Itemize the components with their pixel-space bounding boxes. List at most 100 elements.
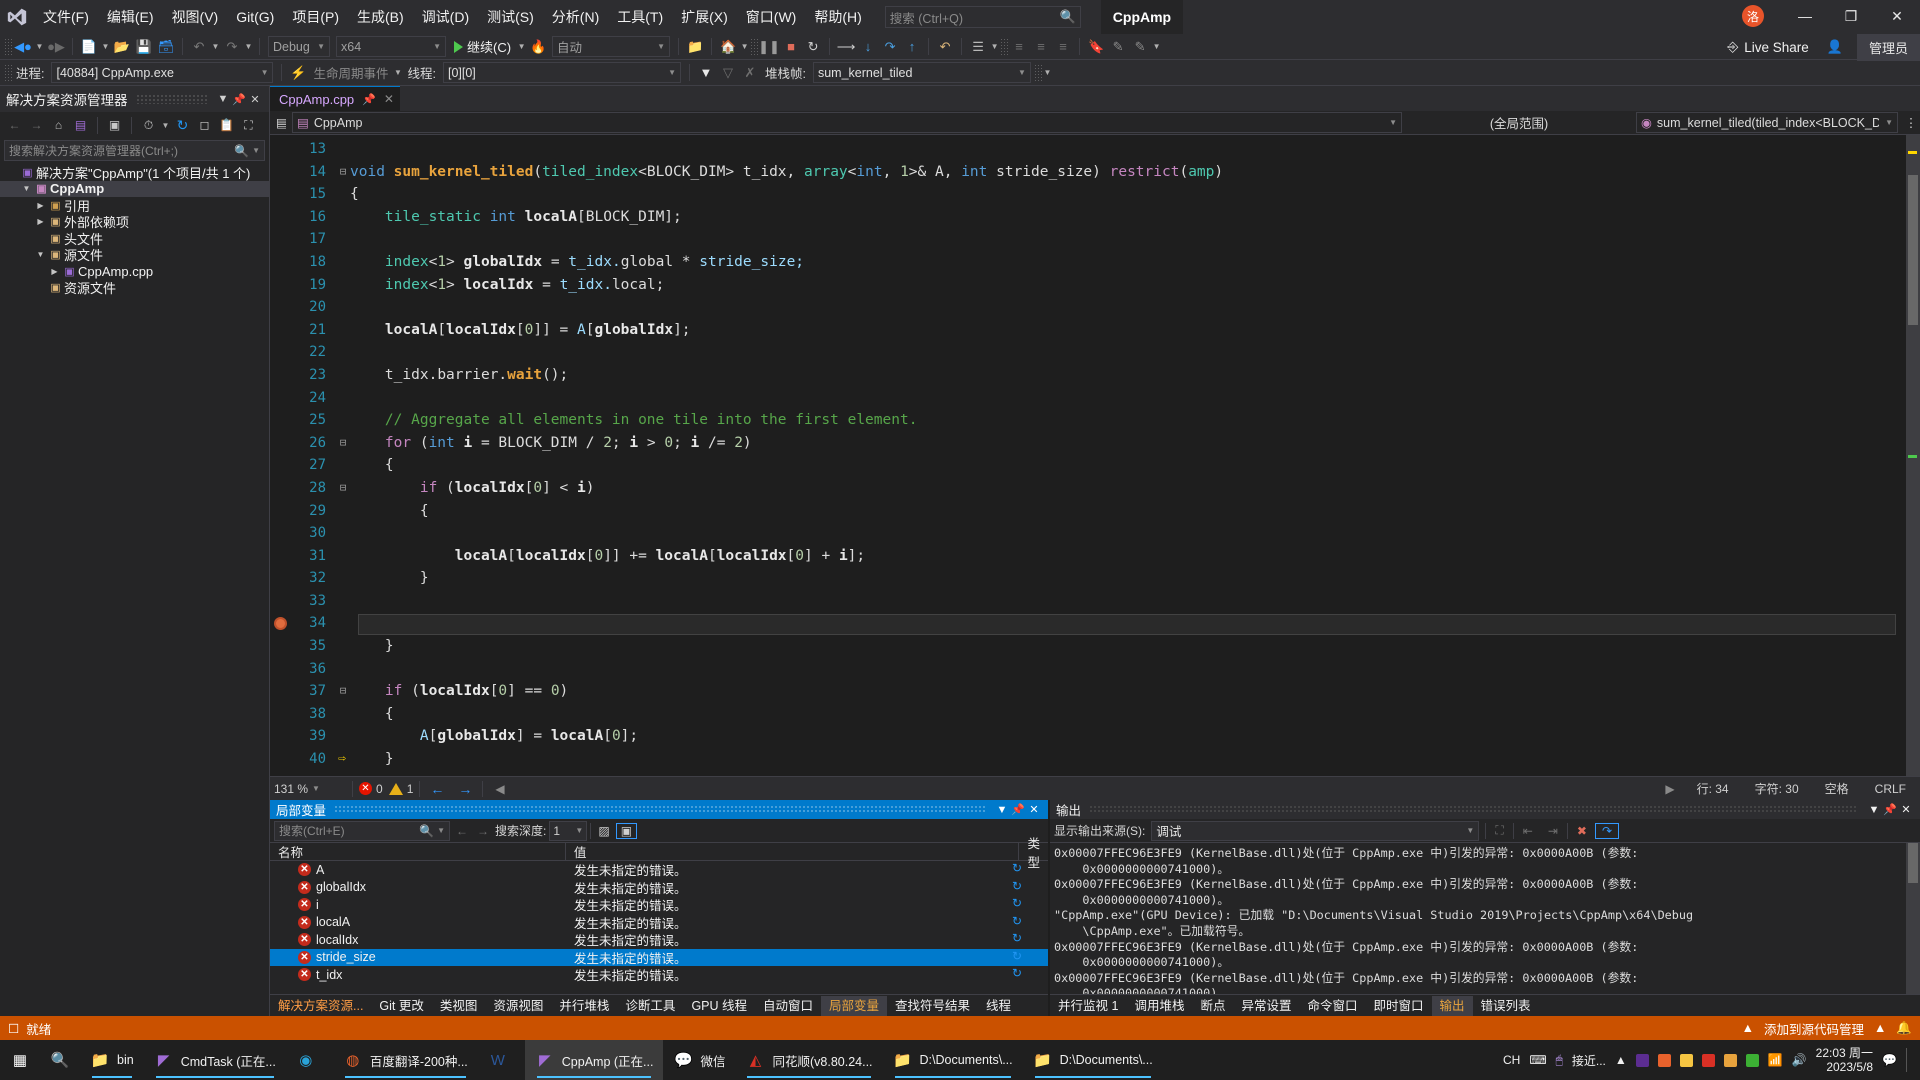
menu-test[interactable]: 测试(S) <box>478 3 543 31</box>
step-into-icon[interactable]: ↓ <box>857 36 879 58</box>
dock-tab[interactable]: 并行堆栈 <box>551 996 617 1016</box>
code-line[interactable]: 13 <box>292 138 1906 161</box>
pending-changes-dropdown-icon[interactable]: ▼ <box>160 114 171 136</box>
start-button[interactable]: ▦ <box>0 1040 40 1080</box>
dock-tab[interactable]: 异常设置 <box>1233 996 1299 1016</box>
fold-toggle-icon[interactable]: ⊟ <box>336 432 350 455</box>
undo-icon[interactable]: ↶ <box>188 36 210 58</box>
code-line[interactable]: 26 ⊟ for (int i = BLOCK_DIM / 2; i > 0; i… <box>292 432 1906 455</box>
menu-help[interactable]: 帮助(H) <box>805 3 870 31</box>
show-all-files-icon[interactable]: ▣ <box>104 115 125 136</box>
editor-vertical-scrollbar[interactable] <box>1906 135 1920 776</box>
debug-toolbar-overflow-icon[interactable]: ▼ <box>1042 62 1053 84</box>
next-issue-icon[interactable]: → <box>454 781 476 797</box>
forward-icon[interactable]: → <box>26 115 47 136</box>
locals-row-value-cell[interactable]: 发生未指定的错误。 ↻ <box>570 965 1030 984</box>
code-line[interactable]: 33 <box>292 590 1906 613</box>
tray-connect-label[interactable]: 接近... <box>1572 1052 1606 1069</box>
tray-app-icon-2[interactable] <box>1657 1053 1671 1067</box>
warning-count[interactable]: 1 <box>388 782 413 796</box>
code-line[interactable]: 32 } <box>292 567 1906 590</box>
show-diagnostic-icon[interactable]: 🏠 <box>717 36 739 58</box>
show-threads-icon[interactable]: ✗ <box>739 62 761 84</box>
locals-search-input[interactable]: 搜索(Ctrl+E) 🔍 ▼ <box>274 820 450 841</box>
tray-app-icon-6[interactable] <box>1745 1053 1759 1067</box>
member-scope-select[interactable]: ◉ sum_kernel_tiled(tiled_index<BLOCK_DIM… <box>1636 112 1898 133</box>
continue-button[interactable]: 继续(C) <box>449 36 516 58</box>
locals-row-value-cell[interactable]: 发生未指定的错误。 ↻ <box>570 895 1030 914</box>
toolbar-grip-2[interactable] <box>750 37 759 56</box>
uncomment-icon[interactable]: ✎ <box>1129 36 1151 58</box>
tray-chevron-up-icon[interactable]: ▲ <box>1615 1053 1627 1067</box>
code-line[interactable]: 24 <box>292 387 1906 410</box>
locals-row[interactable]: ✕ A 发生未指定的错误。 ↻ <box>270 861 1048 879</box>
threads-icon[interactable]: ☰ <box>967 36 989 58</box>
dock-tab[interactable]: GPU 线程 <box>683 996 755 1016</box>
refresh-icon[interactable]: ↻ <box>1012 949 1022 963</box>
dock-tab[interactable]: 即时窗口 <box>1366 996 1432 1016</box>
solution-tree-item[interactable]: ▶ ▣ 引用 <box>0 197 269 214</box>
user-avatar[interactable]: 洛 <box>1742 5 1764 27</box>
tray-app-icon-5[interactable] <box>1723 1053 1737 1067</box>
code-line[interactable]: 23 t_idx.barrier.wait(); <box>292 364 1906 387</box>
bookmark-icon[interactable]: 🔖 <box>1085 36 1107 58</box>
redo-icon[interactable]: ↷ <box>221 36 243 58</box>
locals-row[interactable]: ✕ stride_size 发生未指定的错误。 ↻ <box>270 948 1048 966</box>
fold-toggle-icon[interactable]: ⊟ <box>336 161 350 184</box>
code-line[interactable]: 36 <box>292 658 1906 681</box>
solution-tree-item[interactable]: ▼ ▣ 源文件 <box>0 247 269 263</box>
search-prev-icon[interactable]: ← <box>453 824 471 838</box>
show-desktop-button[interactable] <box>1906 1048 1912 1072</box>
taskbar-item[interactable]: 📁 D:\Documents\... <box>883 1040 1023 1080</box>
search-depth-select[interactable]: 1 ▼ <box>549 820 588 841</box>
code-line[interactable]: 18 index<1> globalIdx = t_idx.global * s… <box>292 251 1906 274</box>
taskbar-item[interactable]: ◉ <box>286 1040 333 1080</box>
pending-changes-icon[interactable]: ⏱ <box>138 115 159 136</box>
navigate-forward-icon[interactable]: ●▶ <box>45 36 67 58</box>
bottom-tabs-right[interactable]: 并行监视 1 调用堆栈 断点 异常设置 命令窗口 即时窗口 输出 错误列表 <box>1050 994 1920 1016</box>
locals-row-value-cell[interactable]: 发生未指定的错误。 ↻ <box>570 913 1030 932</box>
new-item-icon[interactable]: 📄 <box>78 36 100 58</box>
refresh-icon[interactable]: ↻ <box>1012 879 1022 893</box>
bottom-tabs-left[interactable]: 解决方案资源... Git 更改 类视图 资源视图 并行堆栈 诊断工具 GPU 线程 自动窗口… <box>270 994 1048 1016</box>
menu-project[interactable]: 项目(P) <box>283 3 348 31</box>
tab-cppamp-cpp[interactable]: CppAmp.cpp 📌 ✕ <box>270 86 400 111</box>
solution-root-icon[interactable]: ▤ <box>70 115 91 136</box>
locals-row[interactable]: ✕ i 发生未指定的错误。 ↻ <box>270 896 1048 914</box>
notification-icon[interactable]: 💬 <box>1882 1053 1897 1067</box>
dock-tab[interactable]: 自动窗口 <box>755 996 821 1016</box>
taskbar-item[interactable]: 💬 微信 <box>663 1040 735 1080</box>
taskbar-item[interactable]: W <box>478 1040 525 1080</box>
menu-window[interactable]: 窗口(W) <box>737 3 806 31</box>
code-line[interactable]: 22 <box>292 341 1906 364</box>
undo-dropdown-icon[interactable]: ▼ <box>210 36 221 58</box>
attach-to-process-icon[interactable]: 📁 <box>684 36 706 58</box>
chevron-right-icon[interactable]: ▶ <box>34 201 47 210</box>
refresh-icon[interactable]: ↻ <box>1012 966 1022 980</box>
error-count[interactable]: ✕ 0 <box>359 782 383 796</box>
code-line[interactable]: 14 ⊟ void sum_kernel_tiled(tiled_index<BLO… <box>292 161 1906 184</box>
flag-clear-icon[interactable]: ▽ <box>717 62 739 84</box>
lifecycle-events-icon[interactable]: ⚡ <box>287 62 309 84</box>
diagnostic-dropdown-icon[interactable]: ▼ <box>739 36 750 58</box>
panel-close-icon[interactable]: ✕ <box>247 93 263 106</box>
code-editor[interactable]: 13 14 ⊟ void sum_kernel_tiled(tiled_index<B… <box>270 135 1920 776</box>
lifecycle-dropdown-icon[interactable]: ▼ <box>393 62 404 84</box>
locals-row[interactable]: ✕ localIdx 发生未指定的错误。 ↻ <box>270 931 1048 949</box>
locals-row[interactable]: ✕ localA 发生未指定的错误。 ↻ <box>270 914 1048 932</box>
refresh-icon[interactable]: ↻ <box>1012 896 1022 910</box>
refresh-icon[interactable]: ↻ <box>1012 914 1022 928</box>
source-control-dropdown-icon[interactable]: ▲ <box>1874 1021 1886 1035</box>
locals-grid-body[interactable]: ✕ A 发生未指定的错误。 ↻ ✕ globalIdx 发生未指定的错误。 ↻ ✕ i 发生未指定的… <box>270 861 1048 994</box>
solution-tree-item[interactable]: ▣ 解决方案"CppAmp"(1 个项目/共 1 个) <box>0 164 269 181</box>
stackframe-select[interactable]: sum_kernel_tiled ▼ <box>812 62 1031 83</box>
zoom-select[interactable]: 131 % ▼ <box>274 782 346 796</box>
open-file-icon[interactable]: 📂 <box>111 36 133 58</box>
taskbar-item[interactable]: ◤ CppAmp (正在... <box>524 1040 664 1080</box>
clear-all-icon[interactable]: ✖ <box>1571 824 1593 838</box>
taskbar-item[interactable]: 📁 D:\Documents\... <box>1023 1040 1163 1080</box>
chevron-right-icon[interactable]: ▶ <box>48 267 61 276</box>
dock-tab[interactable]: 类视图 <box>432 996 486 1016</box>
close-icon[interactable]: ✕ <box>384 92 394 106</box>
redo-dropdown-icon[interactable]: ▼ <box>243 36 254 58</box>
